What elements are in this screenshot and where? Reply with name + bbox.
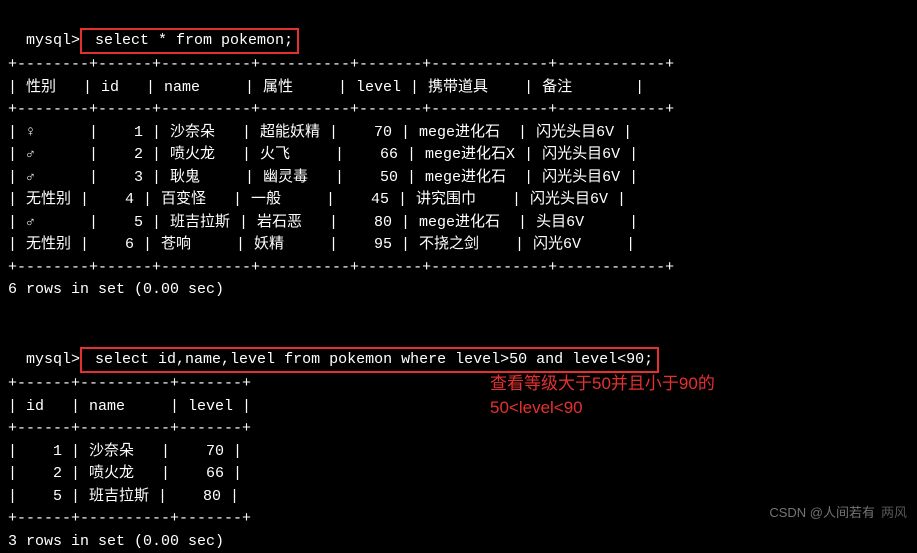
query-box-2: select id,name,level from pokemon where … <box>80 347 659 374</box>
command-line-2: mysql> select id,name,level from pokemon… <box>8 324 909 373</box>
table-row: | ♂ | 3 | 耿鬼 | 幽灵毒 | 50 | mege进化石 | 闪光头目… <box>8 167 909 190</box>
table-row: | 1 | 沙奈朵 | 70 | <box>8 441 909 464</box>
table-row: | 无性别 | 4 | 百变怪 | 一般 | 45 | 讲究围巾 | 闪光头目6… <box>8 189 909 212</box>
annotation-text: 查看等级大于50并且小于90的 50<level<90 <box>490 372 715 420</box>
command-line-1: mysql> select * from pokemon; <box>8 5 909 54</box>
status-2: 3 rows in set (0.00 sec) <box>8 531 909 553</box>
query-text-2: select id,name,level from pokemon where … <box>86 351 653 368</box>
table1-bottom-border: +--------+------+----------+----------+-… <box>8 257 909 280</box>
table1-header: | 性别 | id | name | 属性 | level | 携带道具 | 备… <box>8 77 909 100</box>
table-row: | 无性别 | 6 | 苍响 | 妖精 | 95 | 不挠之剑 | 闪光6V | <box>8 234 909 257</box>
table1-header-border: +--------+------+----------+----------+-… <box>8 99 909 122</box>
table-row: | ♀ | 1 | 沙奈朵 | 超能妖精 | 70 | mege进化石 | 闪光… <box>8 122 909 145</box>
mysql-prompt: mysql> <box>26 32 80 49</box>
query-box-1: select * from pokemon; <box>80 28 299 55</box>
table2-header: | id | name | level | <box>8 396 909 419</box>
blank-line <box>8 302 909 325</box>
annotation-line-1: 查看等级大于50并且小于90的 <box>490 372 715 396</box>
table-row: | ♂ | 5 | 班吉拉斯 | 岩石恶 | 80 | mege进化石 | 头目… <box>8 212 909 235</box>
query-text-1: select * from pokemon; <box>86 32 293 49</box>
mysql-prompt: mysql> <box>26 351 80 368</box>
table1-top-border: +--------+------+----------+----------+-… <box>8 54 909 77</box>
table2-header-border: +------+----------+-------+ <box>8 418 909 441</box>
table2-top-border: +------+----------+-------+ <box>8 373 909 396</box>
watermark-faded: 两风 <box>881 505 907 520</box>
table-row: | ♂ | 2 | 喷火龙 | 火飞 | 66 | mege进化石X | 闪光头… <box>8 144 909 167</box>
annotation-line-2: 50<level<90 <box>490 396 715 420</box>
watermark: CSDN @人间若有两风 <box>769 503 907 523</box>
watermark-main: CSDN @人间若有 <box>769 505 875 520</box>
status-1: 6 rows in set (0.00 sec) <box>8 279 909 302</box>
table-row: | 2 | 喷火龙 | 66 | <box>8 463 909 486</box>
